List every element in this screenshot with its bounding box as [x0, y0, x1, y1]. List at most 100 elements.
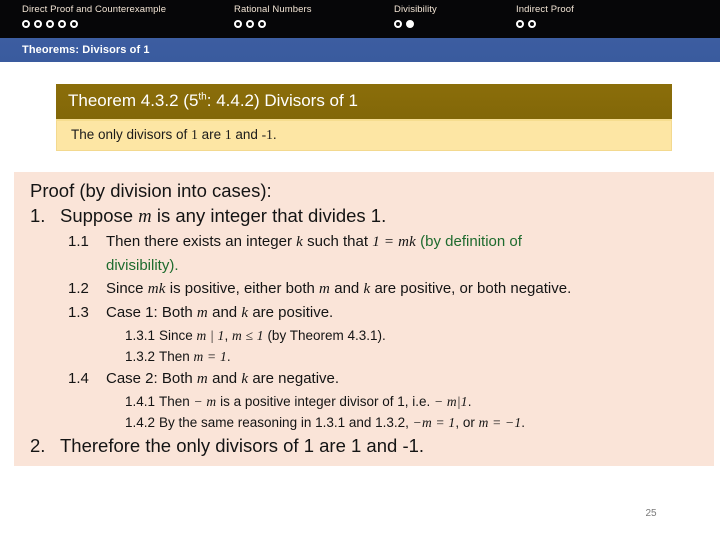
- nav-dot-icon[interactable]: [22, 20, 30, 28]
- math-expression: m | 1: [196, 328, 225, 343]
- nav-dots-group-2: [234, 20, 312, 28]
- proof-step-1-3-2: 1.3.2 Then m = 1.: [14, 346, 714, 367]
- step-text: ,: [224, 328, 233, 343]
- step-number: 1.3.1: [125, 328, 156, 343]
- step-text: Case 2: Both: [106, 370, 197, 387]
- step-text: and: [207, 304, 242, 321]
- page-number-footer: 25: [0, 508, 720, 519]
- proof-step-1-1-continuation: divisibility).: [14, 254, 714, 277]
- nav-group-label: Divisibility: [394, 4, 437, 15]
- proof-step-1: 1. Suppose m is any integer that divides …: [14, 203, 714, 230]
- nav-dot-icon[interactable]: [246, 20, 254, 28]
- step-number: 1.3: [68, 304, 89, 321]
- stmt-part: and: [231, 127, 262, 142]
- proof-step-1-2: 1.2 Since mk is positive, either both m a…: [14, 277, 714, 301]
- step-text: Then: [159, 349, 194, 364]
- math-var-k: k: [296, 234, 303, 250]
- theorem-header-text: Theorem 4.3.2 (5th: 4.4.2) Divisors of 1: [68, 91, 358, 110]
- nav-group-direct-proof-and-counterexample[interactable]: Direct Proof and Counterexample: [22, 4, 166, 28]
- step-annotation: (by definition of: [416, 233, 522, 250]
- proof-step-1-1: 1.1 Then there exists an integer k such t…: [14, 230, 714, 254]
- step-number: 1.4.2: [125, 415, 156, 430]
- step-number: 1.3.2: [125, 349, 156, 364]
- stmt-part: are: [197, 127, 225, 142]
- nav-group-divisibility[interactable]: Divisibility: [394, 4, 437, 28]
- math-var-m: m: [319, 281, 331, 297]
- step-text: By the same reasoning in 1.3.1 and 1.3.2…: [159, 415, 413, 430]
- step-text: and: [207, 370, 242, 387]
- math-expression: mk: [147, 281, 166, 297]
- step-text: , or: [455, 415, 479, 430]
- step-annotation: divisibility).: [106, 257, 179, 274]
- step-text: Then there exists an integer: [106, 233, 297, 250]
- math-expression: m = −1: [478, 415, 522, 430]
- theorem-header-superscript: th: [198, 91, 207, 103]
- nav-dots-group-1: [22, 20, 166, 28]
- theorem-block: Theorem 4.3.2 (5th: 4.4.2) Divisors of 1…: [56, 84, 672, 151]
- stmt-part: The only divisors of: [71, 127, 192, 142]
- step-number: 1.: [30, 205, 46, 226]
- nav-dot-icon[interactable]: [394, 20, 402, 28]
- step-text: is any integer that divides 1.: [151, 205, 387, 226]
- math-expression: − m: [193, 394, 217, 409]
- proof-step-1-4-2: 1.4.2 By the same reasoning in 1.3.1 and …: [14, 412, 714, 433]
- proof-block: Proof (by division into cases): 1. Suppos…: [14, 172, 714, 466]
- step-number: 1.4: [68, 370, 89, 387]
- proof-heading-text: Proof (by division into cases):: [30, 180, 272, 201]
- step-text: Since: [106, 280, 148, 297]
- math-var-m: m: [196, 305, 208, 321]
- step-text: .: [467, 394, 472, 409]
- math-expression: − m|1: [433, 394, 468, 409]
- nav-dots-group-3: [394, 20, 437, 28]
- slide-title-bar: Theorems: Divisors of 1: [0, 38, 720, 62]
- step-text: .: [226, 349, 231, 364]
- theorem-header-suffix: : 4.4.2) Divisors of 1: [206, 91, 358, 110]
- math-var-m: m: [196, 371, 208, 387]
- nav-dots-group-4: [516, 20, 574, 28]
- step-text: (by Theorem 4.3.1).: [263, 328, 386, 343]
- step-number: 1.1: [68, 233, 89, 250]
- nav-dot-active-icon[interactable]: [406, 20, 414, 28]
- proof-step-1-3-1: 1.3.1 Since m | 1, m ≤ 1 (by Theorem 4.3.…: [14, 325, 714, 346]
- proof-step-1-3: 1.3 Case 1: Both m and k are positive.: [14, 301, 714, 325]
- math-expression: −m = 1: [412, 415, 456, 430]
- step-text: .: [521, 415, 526, 430]
- nav-dot-icon[interactable]: [258, 20, 266, 28]
- nav-group-label: Direct Proof and Counterexample: [22, 4, 167, 15]
- nav-group-indirect-proof[interactable]: Indirect Proof: [516, 4, 574, 28]
- proof-step-1-4: 1.4 Case 2: Both m and k are negative.: [14, 367, 714, 391]
- stmt-number: -1: [261, 127, 273, 142]
- math-var-m: m: [138, 207, 152, 227]
- nav-group-label: Indirect Proof: [516, 4, 574, 15]
- step-text: such that: [302, 233, 373, 250]
- step-number: 2.: [30, 435, 46, 456]
- step-text: is a positive integer divisor of 1, i.e.: [216, 394, 434, 409]
- step-text: Case 1: Both: [106, 304, 197, 321]
- step-text: Then: [159, 394, 194, 409]
- nav-dot-icon[interactable]: [70, 20, 78, 28]
- theorem-header-prefix: Theorem 4.3.2 (5: [68, 91, 199, 110]
- nav-dot-icon[interactable]: [516, 20, 524, 28]
- nav-dot-icon[interactable]: [528, 20, 536, 28]
- stmt-part: .: [272, 127, 277, 142]
- math-expression: m = 1: [193, 349, 227, 364]
- step-number: 1.4.1: [125, 394, 156, 409]
- nav-dot-icon[interactable]: [34, 20, 42, 28]
- nav-group-rational-numbers[interactable]: Rational Numbers: [234, 4, 312, 28]
- nav-dot-icon[interactable]: [234, 20, 242, 28]
- page-title: Theorems: Divisors of 1: [22, 44, 150, 56]
- step-text: Suppose: [60, 205, 139, 226]
- stmt-number: 1: [191, 127, 198, 142]
- step-text: are negative.: [248, 370, 340, 387]
- proof-heading: Proof (by division into cases):: [14, 178, 714, 203]
- math-expression: 1 = mk: [372, 234, 416, 250]
- step-text: is positive, either both: [165, 280, 320, 297]
- step-text: are positive.: [248, 304, 334, 321]
- step-text: Therefore the only divisors of 1 are 1 a…: [60, 435, 425, 456]
- step-text: are positive, or both negative.: [370, 280, 572, 297]
- top-navigation-bar: Direct Proof and Counterexample Rational…: [0, 0, 720, 38]
- nav-dot-icon[interactable]: [58, 20, 66, 28]
- nav-group-label: Rational Numbers: [234, 4, 312, 15]
- step-text: Since: [159, 328, 197, 343]
- nav-dot-icon[interactable]: [46, 20, 54, 28]
